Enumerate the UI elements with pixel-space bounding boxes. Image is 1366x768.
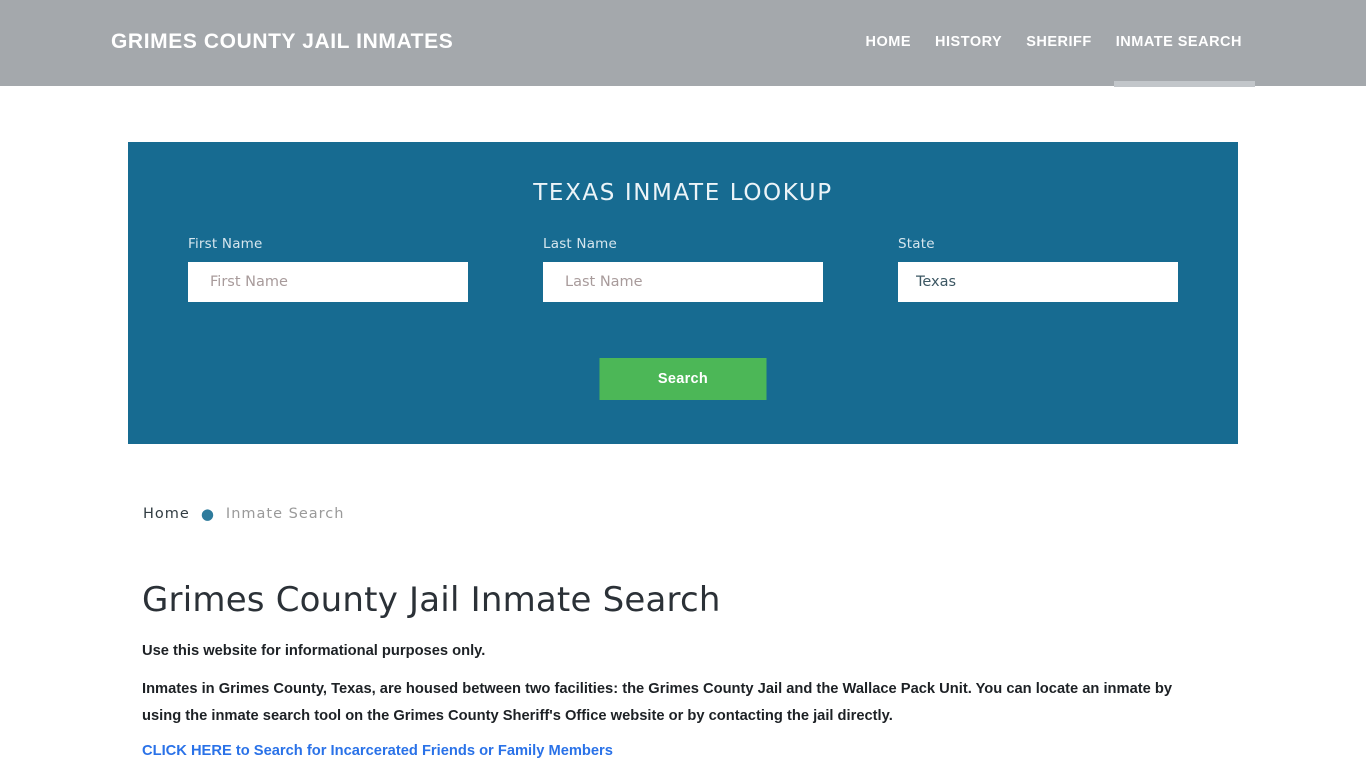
page-title: Grimes County Jail Inmate Search — [142, 580, 721, 620]
state-select[interactable]: Texas — [898, 262, 1178, 302]
nav-item-inmate-search[interactable]: INMATE SEARCH — [1104, 32, 1256, 87]
search-fields-row: First Name Last Name State Texas — [128, 236, 1238, 306]
panel-title: TEXAS INMATE LOOKUP — [533, 180, 833, 206]
state-field-group: State Texas — [898, 236, 1178, 302]
site-brand-title: GRIMES COUNTY JAIL INMATES — [111, 30, 454, 53]
last-name-field-group: Last Name — [543, 236, 823, 302]
first-name-input[interactable] — [188, 262, 468, 302]
inmate-lookup-panel: TEXAS INMATE LOOKUP First Name Last Name… — [128, 142, 1238, 444]
last-name-input[interactable] — [543, 262, 823, 302]
first-name-label: First Name — [188, 236, 263, 252]
state-label: State — [898, 236, 935, 252]
main-navigation: HOME HISTORY SHERIFF INMATE SEARCH — [854, 32, 1256, 87]
breadcrumb-home-link[interactable]: Home — [143, 506, 190, 522]
last-name-label: Last Name — [543, 236, 618, 252]
breadcrumb-current: Inmate Search — [225, 506, 345, 522]
site-header: GRIMES COUNTY JAIL INMATES HOME HISTORY … — [0, 0, 1366, 87]
nav-item-sheriff[interactable]: SHERIFF — [1014, 32, 1104, 52]
search-submit-button[interactable]: Search — [599, 358, 767, 400]
description-paragraph: Inmates in Grimes County, Texas, are hou… — [142, 681, 1173, 724]
first-name-field-group: First Name — [188, 236, 468, 302]
intro-paragraph: Use this website for informational purpo… — [142, 643, 486, 659]
nav-item-history[interactable]: HISTORY — [923, 32, 1014, 52]
breadcrumb: Home ● Inmate Search — [143, 506, 344, 522]
breadcrumb-separator-icon: ● — [200, 504, 215, 523]
inmate-search-cta-link[interactable]: CLICK HERE to Search for Incarcerated Fr… — [142, 743, 613, 759]
nav-item-home[interactable]: HOME — [854, 32, 924, 52]
